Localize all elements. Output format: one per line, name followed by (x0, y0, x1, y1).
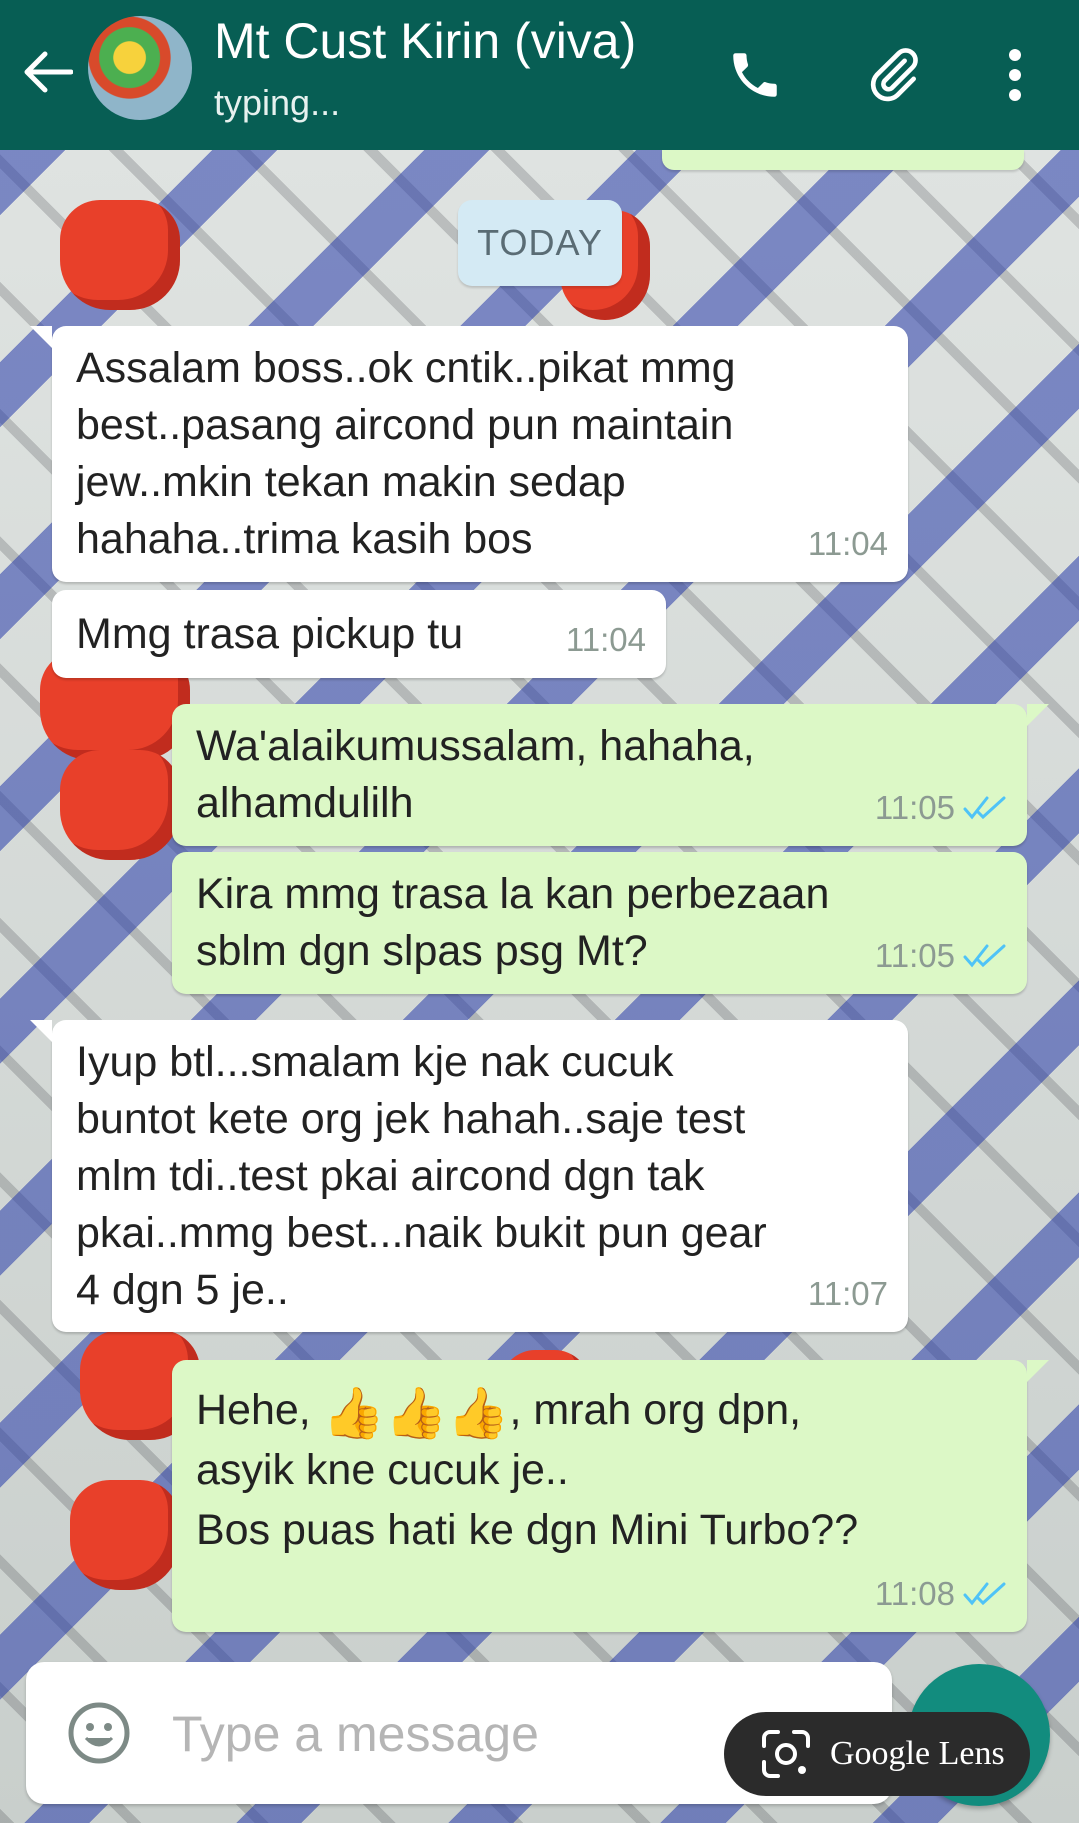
back-arrow-icon (24, 51, 73, 93)
message-meta: 11:04 (566, 611, 646, 668)
message-bubble-outgoing[interactable]: Wa'alaikumussalam, hahaha, alhamdulilh 1… (172, 704, 1049, 846)
message-meta: 11:07 (808, 1265, 888, 1322)
message-meta: 11:08 (875, 1565, 1007, 1622)
google-lens-icon (762, 1730, 810, 1778)
message-text: Mmg trasa pickup tu (76, 610, 464, 658)
message-bubble-incoming[interactable]: Assalam boss..ok cntik..pikat mmg best..… (30, 326, 908, 582)
contact-status: typing... (214, 82, 341, 123)
google-lens-label: Google Lens (830, 1735, 1005, 1772)
message-text: Iyup btl...smalam kje nak cucuk buntot k… (76, 1038, 767, 1314)
message-time: 11:05 (874, 937, 955, 974)
double-check-icon (963, 1582, 1006, 1605)
chat-header: Mt Cust Kirin (viva) typing... (0, 0, 1079, 150)
date-separator: TODAY (458, 200, 622, 286)
message-meta: 11:04 (808, 515, 888, 572)
phone-icon (733, 53, 777, 97)
message-time: 11:07 (807, 1275, 888, 1312)
contact-name[interactable]: Mt Cust Kirin (viva) (214, 12, 636, 70)
message-bubble-incoming[interactable]: Mmg trasa pickup tu 11:04 (52, 590, 666, 678)
message-meta: 11:05 (875, 927, 1007, 984)
message-text: Assalam boss..ok cntik..pikat mmg best..… (76, 344, 736, 563)
google-lens-button[interactable]: Google Lens (724, 1712, 1030, 1796)
back-button[interactable] (18, 42, 78, 102)
message-bubble-outgoing[interactable]: Kira mmg trasa la kan perbezaan sblm dgn… (172, 852, 1027, 994)
thumbs-up-emoji: 👍👍👍 (322, 1385, 510, 1441)
message-time: 11:04 (565, 621, 646, 658)
message-meta: 11:05 (875, 779, 1007, 836)
more-options-button[interactable] (980, 40, 1050, 110)
message-time: 11:05 (874, 789, 955, 826)
paperclip-icon (870, 48, 918, 102)
message-input[interactable] (170, 1690, 734, 1778)
message-bubble-incoming[interactable]: Iyup btl...smalam kje nak cucuk buntot k… (30, 1020, 908, 1332)
message-time: 11:08 (874, 1575, 955, 1612)
more-vert-icon (1009, 49, 1021, 101)
smiley-icon[interactable] (66, 1700, 132, 1766)
message-text-start: Hehe, (196, 1386, 323, 1434)
message-bubble-outgoing[interactable]: Hehe, 👍👍👍, mrah org dpn, asyik kne cucuk… (172, 1360, 1049, 1632)
double-check-icon (963, 944, 1006, 967)
message-time: 11:04 (807, 525, 888, 562)
previous-message-bubble (662, 150, 1024, 170)
call-button[interactable] (720, 40, 790, 110)
attach-button[interactable] (858, 40, 928, 110)
double-check-icon (963, 796, 1006, 819)
message-text: Hehe, 👍👍👍, mrah org dpn, asyik kne cucuk… (196, 1380, 1007, 1560)
contact-avatar[interactable] (88, 16, 192, 120)
